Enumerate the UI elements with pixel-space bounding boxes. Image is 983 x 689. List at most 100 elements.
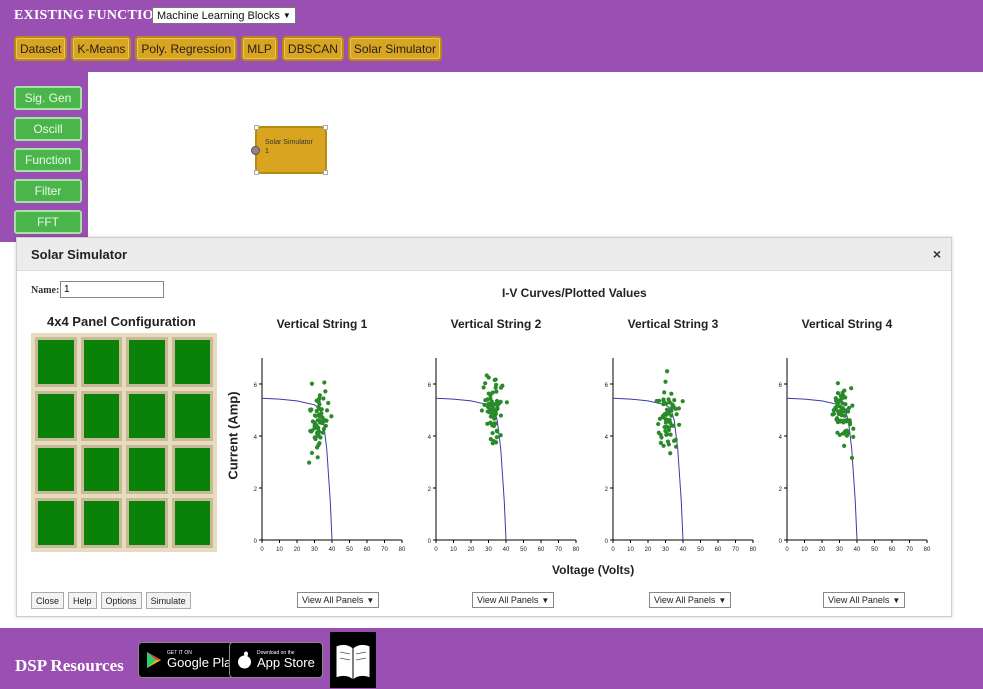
data-point [835,381,840,386]
view-panels-select-3[interactable]: View All Panels ▼ [649,592,732,608]
data-point [493,412,498,417]
function-tabs: Dataset K-Means Poly. Regression MLP DBS… [14,36,442,61]
filter-button[interactable]: Filter [14,179,82,203]
data-point [312,435,317,440]
chart-title: Vertical String 2 [451,317,542,331]
data-point [317,441,322,446]
x-tick-label: 40 [680,547,687,553]
tab-poly-regression[interactable]: Poly. Regression [135,36,238,61]
data-point [672,398,677,403]
data-point [668,451,673,456]
resize-handle[interactable] [254,170,259,175]
data-point [837,404,842,409]
block-input-port[interactable] [251,146,260,155]
data-point [490,390,495,395]
data-point [847,420,853,425]
data-point [493,377,498,382]
fft-button[interactable]: FFT [14,210,82,234]
tab-dbscan[interactable]: DBSCAN [281,36,344,61]
data-point [842,443,847,448]
page: EXISTING FUNCTIONS Machine Learning Bloc… [0,0,983,689]
data-point [673,437,678,443]
y-tick-label: 2 [779,487,783,493]
y-tick-label: 4 [779,435,783,441]
book-icon[interactable] [330,632,376,688]
data-point [663,379,668,384]
data-point [309,450,315,456]
tab-mlp[interactable]: MLP [241,36,278,61]
data-point [317,406,322,412]
iv-charts: Vertical String 102460 10 20 30 40 50 60 70 80Ve… [254,317,931,553]
data-point [307,460,312,465]
x-tick-label: 20 [645,547,652,553]
view-panels-select-1[interactable]: View All Panels ▼ [297,592,380,608]
tab-dataset[interactable]: Dataset [14,36,68,61]
tab-k-means[interactable]: K-Means [71,36,132,61]
data-point [321,396,326,401]
x-tick-label: 0 [785,547,789,553]
data-point [487,410,492,415]
data-point [483,381,488,386]
x-tick-label: 0 [611,547,615,553]
x-tick-label: 20 [294,547,301,553]
x-tick-label: 80 [924,547,931,553]
resize-handle[interactable] [323,170,328,175]
data-point [676,406,681,411]
footer-bar: DSP Resources GET IT ON Google Play Down… [0,628,983,689]
data-point [309,407,314,412]
y-tick-label: 2 [428,487,432,493]
view-panels-select-2[interactable]: View All Panels ▼ [472,592,555,608]
resize-handle[interactable] [254,125,259,130]
data-point [668,432,673,437]
footer-title: DSP Resources [15,656,124,675]
y-tick-label: 0 [254,539,258,545]
function-button[interactable]: Function [14,148,82,172]
data-point [490,441,495,446]
data-point [316,399,321,404]
view-panels-select-4[interactable]: View All Panels ▼ [823,592,906,608]
y-tick-label: 6 [254,383,258,389]
x-tick-label: 40 [854,547,861,553]
data-point [662,424,667,430]
data-point [485,421,490,426]
chart-title: Vertical String 3 [628,317,719,331]
app-store-badge[interactable]: Download on the App Store [229,642,323,678]
view-select-label: View All Panels [477,595,539,605]
tab-solar-simulator[interactable]: Solar Simulator [347,36,442,61]
chart-title: Vertical String 1 [277,317,368,331]
function-category-dropdown[interactable]: Machine Learning Blocks ▼ [152,7,296,24]
chart-title: Vertical String 4 [802,317,893,331]
google-play-icon [147,652,161,668]
x-tick-label: 0 [434,547,438,553]
iv-chart-1: Vertical String 102460 10 20 30 40 50 60 70 80 [254,317,406,553]
data-point [851,434,856,440]
chevron-down-icon: ▼ [366,595,375,605]
data-point [674,412,679,417]
data-point [498,413,504,418]
sig-gen-button[interactable]: Sig. Gen [14,86,82,110]
chevron-down-icon: ▼ [892,595,901,605]
data-point [663,411,668,416]
data-point [656,421,661,427]
data-point [315,455,320,460]
data-point [315,431,320,436]
data-point [323,389,328,394]
y-tick-label: 6 [428,383,432,389]
x-tick-label: 10 [450,547,457,553]
block-id: 1 [265,148,269,155]
resize-handle[interactable] [323,125,328,130]
data-point [842,413,847,418]
solar-simulator-block[interactable]: Solar Simulator 1 [251,125,328,175]
data-point [494,389,499,394]
oscill-button[interactable]: Oscill [14,117,82,141]
data-point [495,406,500,411]
y-tick-label: 0 [428,539,432,545]
view-select-label: View All Panels [302,595,364,605]
x-tick-label: 30 [662,547,669,553]
view-select-label: View All Panels [654,595,716,605]
data-point [322,380,327,385]
data-point [654,398,659,404]
data-point [492,421,497,426]
y-tick-label: 4 [605,435,609,441]
data-point [482,402,487,408]
